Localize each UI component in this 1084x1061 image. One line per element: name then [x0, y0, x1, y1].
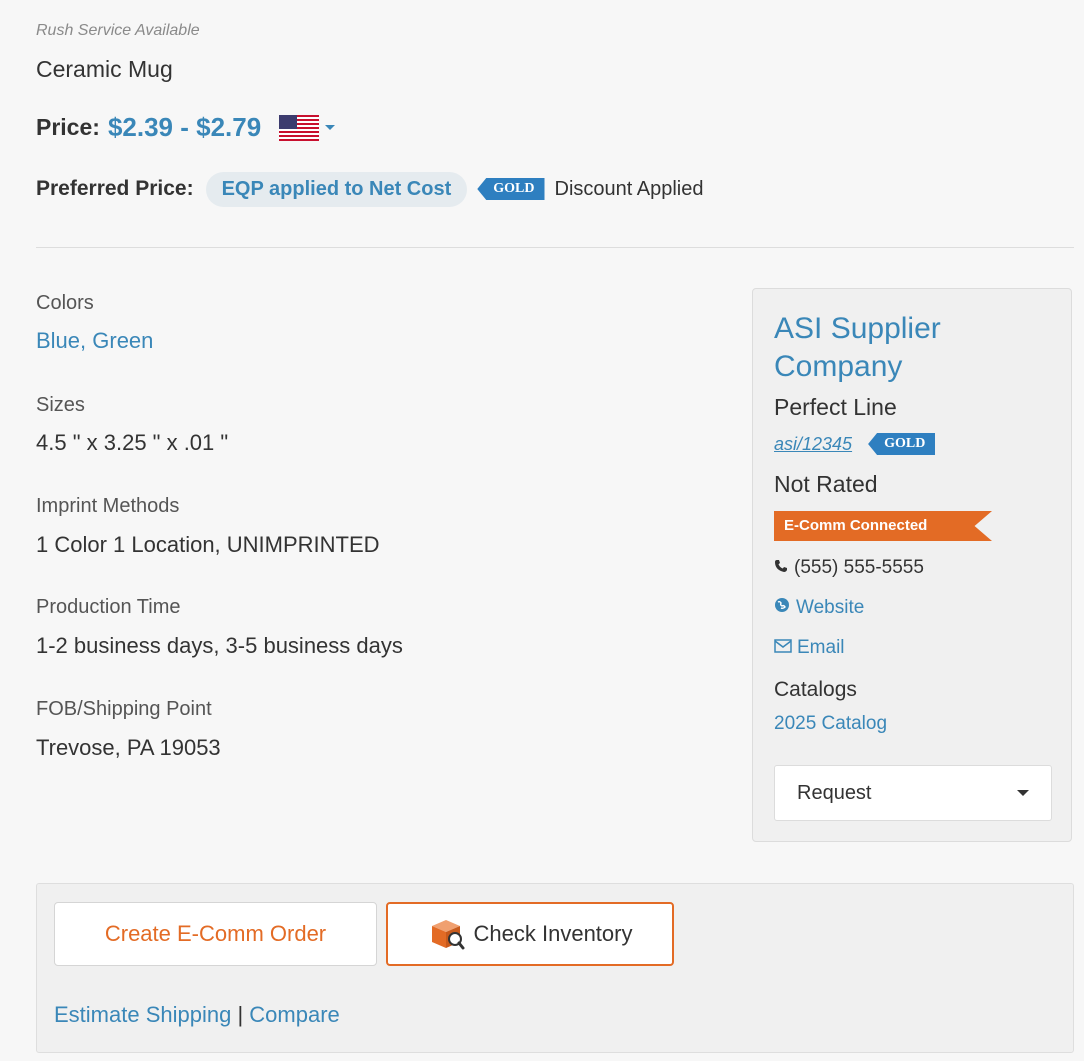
- ecomm-connected-badge: E-Comm Connected: [774, 511, 992, 541]
- email-link[interactable]: Email: [797, 637, 845, 659]
- footer-links: Estimate Shipping | Compare: [54, 1002, 340, 1028]
- request-select-value: Request: [797, 781, 872, 804]
- asi-number-link[interactable]: asi/12345: [774, 434, 852, 455]
- detail-label-sizes: Sizes: [36, 394, 85, 416]
- website-link[interactable]: Website: [796, 597, 864, 619]
- product-name: Ceramic Mug: [36, 56, 173, 82]
- supplier-rating: Not Rated: [774, 471, 878, 497]
- currency-chevron-down-icon[interactable]: [325, 125, 336, 130]
- detail-value-colors[interactable]: Blue, Green: [36, 328, 153, 354]
- supplier-company-name[interactable]: ASI Supplier Company: [774, 310, 1054, 386]
- preferred-price-row: Preferred Price: EQP applied to Net Cost…: [36, 170, 703, 208]
- price-row: Price: $2.39 - $2.79: [36, 112, 336, 143]
- check-inventory-label: Check Inventory: [473, 921, 633, 946]
- detail-value-production: 1-2 business days, 3-5 business days: [36, 633, 403, 658]
- preferred-price-label: Preferred Price:: [36, 177, 194, 200]
- detail-label-fob: FOB/Shipping Point: [36, 698, 212, 720]
- catalogs-label: Catalogs: [774, 678, 857, 701]
- compare-link[interactable]: Compare: [249, 1002, 339, 1027]
- check-inventory-button[interactable]: Check Inventory: [386, 902, 674, 966]
- supplier-line-name: Perfect Line: [774, 394, 897, 420]
- price-value: $2.39 - $2.79: [107, 112, 262, 142]
- price-label: Price:: [36, 114, 100, 140]
- detail-value-fob: Trevose, PA 19053: [36, 735, 221, 760]
- create-ecomm-order-label: Create E-Comm Order: [104, 921, 327, 946]
- request-select[interactable]: Request: [774, 765, 1052, 821]
- envelope-icon: [774, 637, 792, 659]
- link-separator: |: [237, 1002, 244, 1027]
- catalog-link[interactable]: 2025 Catalog: [774, 713, 887, 735]
- phone-number: (555) 555-5555: [794, 557, 924, 578]
- detail-label-colors: Colors: [36, 292, 94, 314]
- detail-label-production: Production Time: [36, 596, 181, 618]
- create-ecomm-order-button[interactable]: Create E-Comm Order: [54, 902, 377, 966]
- globe-icon: [774, 597, 790, 619]
- inventory-box-icon: [428, 918, 466, 950]
- supplier-gold-badge: GOLD: [868, 433, 936, 455]
- rush-service-label: Rush Service Available: [36, 22, 200, 39]
- chevron-down-icon: [1017, 790, 1029, 796]
- us-flag-icon[interactable]: [279, 114, 320, 141]
- website-row[interactable]: Website: [774, 597, 864, 619]
- estimate-shipping-link[interactable]: Estimate Shipping: [54, 1002, 231, 1027]
- phone-icon: [774, 557, 788, 579]
- eqp-pill: EQP applied to Net Cost: [205, 171, 468, 207]
- divider: [36, 247, 1074, 248]
- phone-row: (555) 555-5555: [774, 557, 924, 579]
- email-row[interactable]: Email: [774, 637, 845, 659]
- detail-value-imprint: 1 Color 1 Location, UNIMPRINTED: [36, 532, 380, 557]
- gold-badge: GOLD: [477, 178, 545, 200]
- asi-row: asi/12345 GOLD: [774, 433, 936, 455]
- detail-value-sizes: 4.5 " x 3.25 " x .01 ": [36, 430, 229, 455]
- detail-label-imprint: Imprint Methods: [36, 495, 180, 517]
- discount-applied-text: Discount Applied: [554, 177, 704, 200]
